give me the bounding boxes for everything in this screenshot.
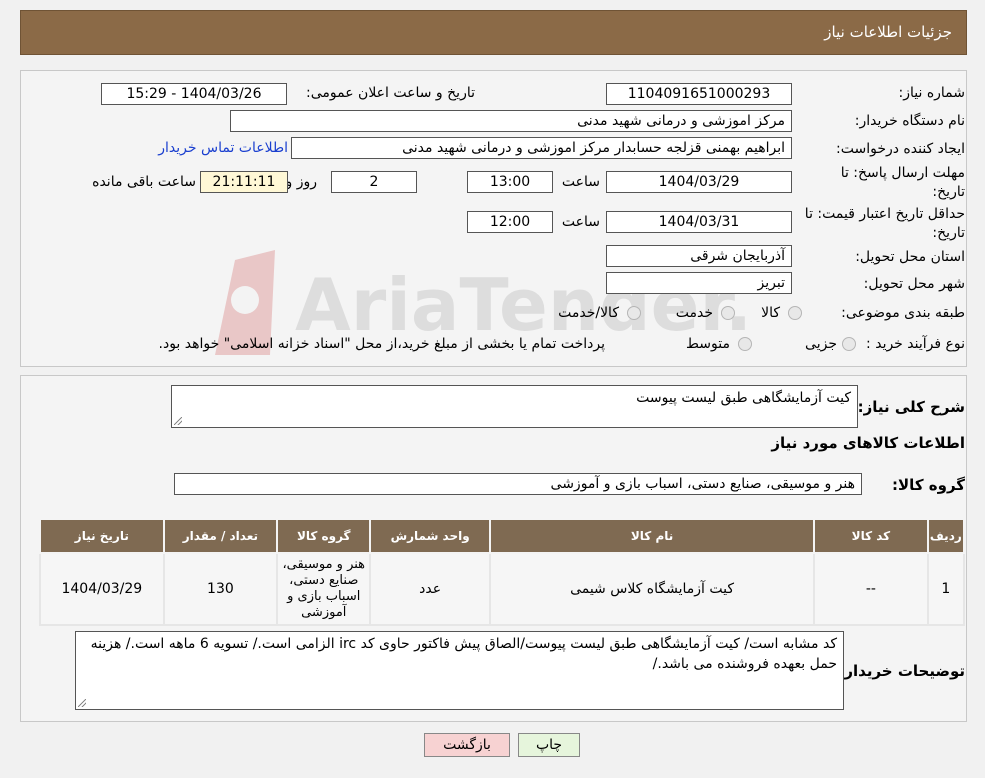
need-desc-field: کیت آزمایشگاهی طبق لیست پیوست <box>171 385 858 428</box>
deadline-label-line2: تاریخ: <box>932 184 965 200</box>
goods-table: ردیف کد کالا نام کالا واحد شمارش گروه کا… <box>39 518 966 626</box>
process-option-partial: جزیی <box>805 336 837 352</box>
validity-date-field: 1404/03/31 <box>606 211 792 233</box>
buyer-notes-field: کد مشابه است/ کیت آزمایشگاهی طبق لیست پی… <box>75 631 844 710</box>
requester-field: ابراهیم بهمنی قزلجه حسابدار مرکز اموزشی … <box>291 137 792 159</box>
category-label: طبقه بندی موضوعی: <box>841 305 965 321</box>
table-header-row: ردیف کد کالا نام کالا واحد شمارش گروه کا… <box>39 518 966 554</box>
resize-handle-icon[interactable] <box>78 699 86 707</box>
need-desc-text: کیت آزمایشگاهی طبق لیست پیوست <box>636 390 851 406</box>
deadline-label-line1: مهلت ارسال پاسخ: تا <box>840 165 965 181</box>
city-label: شهر محل تحویل: <box>863 276 965 292</box>
col-goods-name: نام کالا <box>488 518 816 554</box>
cell-goods-group: هنر و موسیقی، صنایع دستی، اسباب بازی و آ… <box>276 552 372 626</box>
deadline-time-word: ساعت <box>561 174 600 190</box>
announce-label: تاریخ و ساعت اعلان عمومی: <box>306 85 475 101</box>
validity-label: حداقل تاریخ اعتبار قیمت: تا تاریخ: <box>805 205 965 243</box>
cell-row-number: 1 <box>926 552 966 626</box>
category-radio-goods-service[interactable] <box>627 306 641 320</box>
validity-label-line2: تاریخ: <box>932 225 965 241</box>
page-header: جزئیات اطلاعات نیاز <box>20 10 967 55</box>
need-number-label: شماره نیاز: <box>898 85 966 101</box>
category-radio-goods[interactable] <box>788 306 802 320</box>
cell-goods-code: -- <box>813 552 929 626</box>
deadline-time-field: 13:00 <box>467 171 553 193</box>
buyer-contact-link[interactable]: اطلاعات تماس خریدار <box>158 140 288 156</box>
col-goods-group: گروه کالا <box>276 518 372 554</box>
goods-info-title: اطلاعات کالاهای مورد نیاز <box>771 434 965 452</box>
validity-label-line1: حداقل تاریخ اعتبار قیمت: تا <box>804 206 965 222</box>
goods-group-field: هنر و موسیقی، صنایع دستی، اسباب بازی و آ… <box>174 473 862 495</box>
process-option-medium: متوسط <box>686 336 730 352</box>
col-row-number: ردیف <box>926 518 966 554</box>
page-title: جزئیات اطلاعات نیاز <box>824 23 952 41</box>
deadline-date-field: 1404/03/29 <box>606 171 792 193</box>
cell-unit: عدد <box>369 552 491 626</box>
print-button[interactable]: چاپ <box>518 733 580 757</box>
city-field: تبریز <box>606 272 792 294</box>
cell-quantity: 130 <box>162 552 279 626</box>
province-field: آذربایجان شرقی <box>606 245 792 267</box>
announce-datetime-field: 1404/03/26 - 15:29 <box>101 83 287 105</box>
category-option-goods-service: کالا/خدمت <box>558 305 619 321</box>
days-field: 2 <box>331 171 417 193</box>
requester-label: ایجاد کننده درخواست: <box>836 141 965 157</box>
col-unit: واحد شمارش <box>369 518 491 554</box>
col-goods-code: کد کالا <box>813 518 929 554</box>
buyer-org-field: مرکز اموزشی و درمانی شهید مدنی <box>230 110 792 132</box>
back-button[interactable]: بازگشت <box>424 733 510 757</box>
process-radio-medium[interactable] <box>738 337 752 351</box>
remaining-word: ساعت باقی مانده <box>92 174 196 190</box>
category-radio-service[interactable] <box>721 306 735 320</box>
category-option-service: خدمت <box>675 305 713 321</box>
process-radio-partial[interactable] <box>842 337 856 351</box>
buyer-notes-label: توضیحات خریدار: <box>838 662 965 680</box>
table-row: 1 -- کیت آزمایشگاه کلاس شیمی عدد هنر و م… <box>39 552 966 626</box>
need-desc-label: شرح کلی نیاز: <box>857 398 965 416</box>
process-label: نوع فرآیند خرید : <box>866 336 965 352</box>
remaining-time-field: 21:11:11 <box>200 171 288 193</box>
col-need-date: تاریخ نیاز <box>39 518 165 554</box>
validity-time-word: ساعت <box>561 214 600 230</box>
col-quantity: تعداد / مقدار <box>162 518 279 554</box>
validity-time-field: 12:00 <box>467 211 553 233</box>
category-option-goods: کالا <box>761 305 780 321</box>
days-word: روز و <box>285 174 318 190</box>
need-number-field: 1104091651000293 <box>606 83 792 105</box>
buyer-org-label: نام دستگاه خریدار: <box>854 113 965 129</box>
process-note: پرداخت تمام یا بخشی از مبلغ خرید،از محل … <box>158 336 605 352</box>
cell-need-date: 1404/03/29 <box>39 552 165 626</box>
cell-goods-name: کیت آزمایشگاه کلاس شیمی <box>488 552 816 626</box>
deadline-label: مهلت ارسال پاسخ: تا تاریخ: <box>841 164 965 202</box>
resize-handle-icon[interactable] <box>174 417 182 425</box>
goods-group-label: گروه کالا: <box>892 476 965 494</box>
province-label: استان محل تحویل: <box>855 249 965 265</box>
buyer-notes-text: کد مشابه است/ کیت آزمایشگاهی طبق لیست پی… <box>90 636 837 672</box>
